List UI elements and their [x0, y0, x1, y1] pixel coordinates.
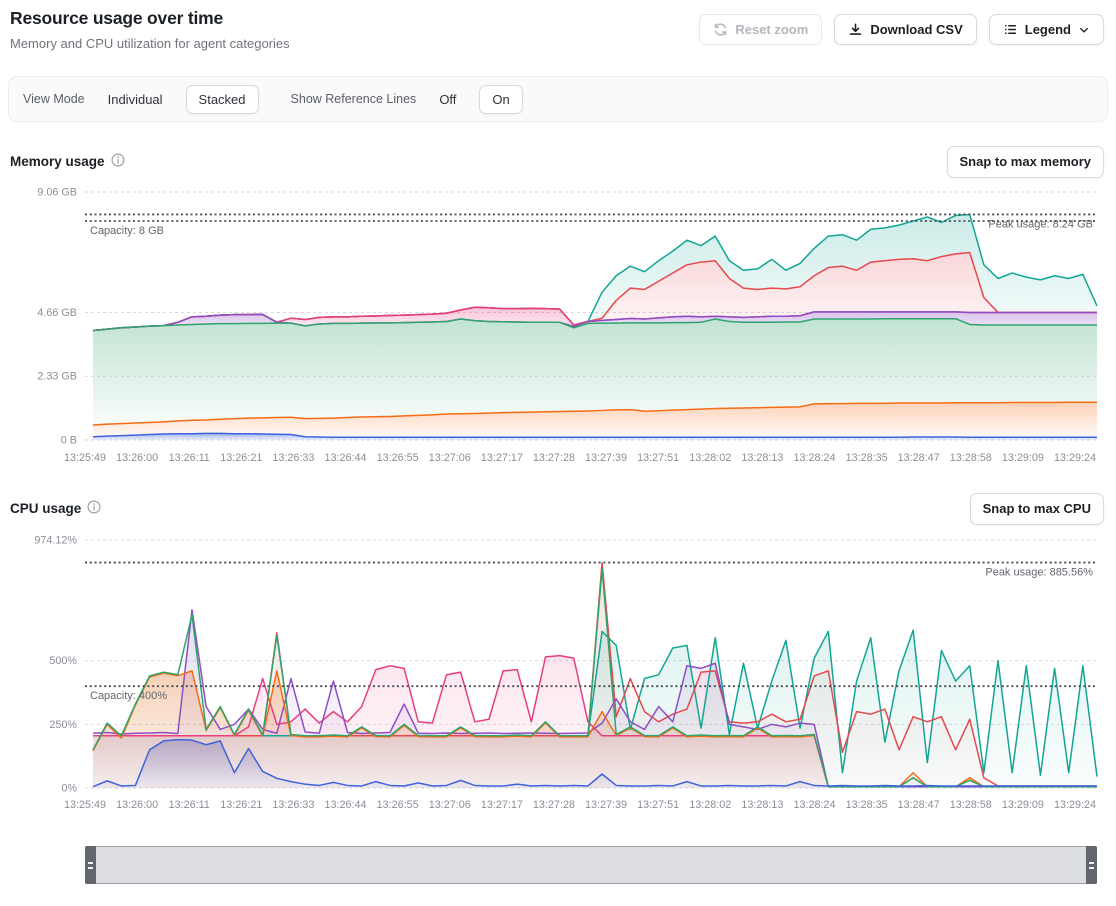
x-tick-label: 13:27:39 [585, 799, 627, 811]
info-icon [111, 153, 125, 170]
x-tick-label: 13:26:33 [272, 799, 314, 811]
x-tick-label: 13:26:44 [325, 452, 367, 464]
y-tick-label: 4.66 GB [37, 307, 77, 319]
memory-section-header: Memory usage Snap to max memory [0, 145, 1116, 178]
x-tick-label: 13:29:09 [1002, 799, 1044, 811]
x-tick-label: 13:26:21 [220, 452, 262, 464]
show-reference-lines-label: Show Reference Lines [291, 92, 417, 106]
reference-line-label: Capacity: 400% [90, 690, 167, 702]
view-mode-individual-button[interactable]: Individual [95, 85, 176, 114]
download-icon [848, 22, 863, 37]
legend-button[interactable]: Legend [989, 14, 1104, 45]
x-tick-label: 13:27:51 [637, 799, 679, 811]
x-tick-label: 13:25:49 [64, 452, 106, 464]
x-tick-label: 13:28:13 [741, 452, 783, 464]
cpu-usage-chart[interactable]: 974.12% 500% 250% 0% Peak usage: 885.56% Capa… [0, 530, 1116, 815]
y-tick-label: 0% [61, 783, 77, 795]
memory-usage-chart[interactable]: 9.06 GB4.66 GB2.33 GB0 BPeak usage: 8.24… [0, 180, 1116, 465]
x-tick-label: 13:28:58 [950, 452, 992, 464]
header-actions: Reset zoom Download CSV Legend [699, 8, 1104, 45]
download-csv-button[interactable]: Download CSV [834, 14, 976, 45]
y-tick-label: 500% [49, 655, 77, 667]
y-tick-label: 0 B [61, 435, 77, 447]
memory-section-title-row: Memory usage [10, 153, 125, 170]
y-tick-label: 974.12% [34, 535, 77, 547]
memory-chart-title: Memory usage [10, 154, 105, 169]
x-tick-label: 13:26:00 [116, 799, 158, 811]
x-tick-label: 13:28:24 [793, 799, 835, 811]
grip-icon [88, 862, 93, 869]
chevron-down-icon [1078, 24, 1090, 36]
download-csv-label: Download CSV [870, 22, 962, 37]
x-tick-label: 13:25:49 [64, 799, 106, 811]
x-tick-label: 13:28:24 [793, 452, 835, 464]
x-tick-label: 13:27:06 [429, 452, 471, 464]
x-tick-label: 13:27:28 [533, 452, 575, 464]
legend-label: Legend [1025, 22, 1071, 37]
x-tick-label: 13:29:24 [1054, 799, 1096, 811]
x-tick-label: 13:29:24 [1054, 452, 1096, 464]
view-mode-label: View Mode [23, 92, 85, 106]
header-titles: Resource usage over time Memory and CPU … [10, 8, 290, 51]
reference-line-label: Peak usage: 885.56% [985, 567, 1093, 579]
x-tick-label: 13:26:44 [325, 799, 367, 811]
list-icon [1003, 22, 1018, 37]
info-icon [87, 500, 101, 517]
x-tick-label: 13:26:55 [377, 799, 419, 811]
x-tick-label: 13:28:02 [689, 452, 731, 464]
x-tick-label: 13:27:06 [429, 799, 471, 811]
x-tick-label: 13:28:47 [898, 452, 940, 464]
x-tick-label: 13:27:17 [481, 799, 523, 811]
reference-line-label: Capacity: 8 GB [90, 225, 164, 237]
x-tick-label: 13:26:11 [169, 452, 210, 464]
view-mode-stacked-button[interactable]: Stacked [186, 85, 259, 114]
x-tick-label: 13:26:55 [377, 452, 419, 464]
x-tick-label: 13:27:17 [481, 452, 523, 464]
x-tick-label: 13:28:13 [741, 799, 783, 811]
reference-lines-off-button[interactable]: Off [426, 85, 469, 114]
reset-zoom-label: Reset zoom [735, 22, 808, 37]
brush-handle-left[interactable] [85, 846, 96, 884]
page-title: Resource usage over time [10, 8, 290, 29]
x-tick-label: 13:27:39 [585, 452, 627, 464]
y-tick-label: 2.33 GB [37, 371, 77, 383]
refresh-icon [713, 22, 728, 37]
x-tick-label: 13:26:00 [116, 452, 158, 464]
x-tick-label: 13:28:35 [846, 452, 888, 464]
reset-zoom-button[interactable]: Reset zoom [699, 14, 822, 45]
cpu-section-header: CPU usage Snap to max CPU [0, 492, 1116, 525]
x-tick-label: 13:26:21 [220, 799, 262, 811]
reference-lines-on-button[interactable]: On [479, 85, 522, 114]
grip-icon [1089, 862, 1094, 869]
x-tick-label: 13:28:47 [898, 799, 940, 811]
snap-to-max-memory-button[interactable]: Snap to max memory [947, 146, 1105, 178]
y-tick-label: 9.06 GB [37, 187, 77, 199]
chart-controls-bar: View Mode Individual Stacked Show Refere… [8, 76, 1108, 122]
x-tick-label: 13:26:11 [169, 799, 210, 811]
x-tick-label: 13:28:02 [689, 799, 731, 811]
time-range-brush[interactable] [85, 846, 1097, 884]
x-tick-label: 13:27:51 [637, 452, 679, 464]
snap-to-max-cpu-button[interactable]: Snap to max CPU [970, 493, 1104, 525]
cpu-section-title-row: CPU usage [10, 500, 101, 517]
page-subtitle: Memory and CPU utilization for agent cat… [10, 36, 290, 51]
x-tick-label: 13:27:28 [533, 799, 575, 811]
x-tick-label: 13:28:35 [846, 799, 888, 811]
x-tick-label: 13:29:09 [1002, 452, 1044, 464]
x-tick-label: 13:26:33 [272, 452, 314, 464]
x-tick-label: 13:28:58 [950, 799, 992, 811]
cpu-chart-title: CPU usage [10, 501, 81, 516]
y-tick-label: 250% [49, 719, 77, 731]
page-header: Resource usage over time Memory and CPU … [0, 0, 1116, 51]
brush-handle-right[interactable] [1086, 846, 1097, 884]
